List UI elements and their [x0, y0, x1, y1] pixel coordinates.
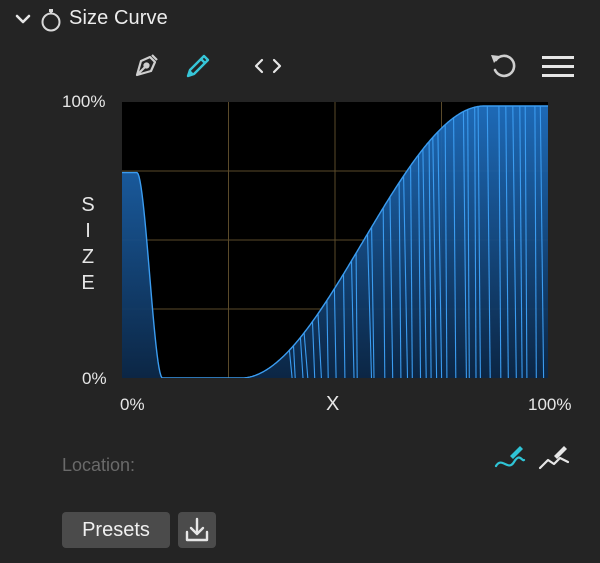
chevron-down-icon[interactable]: [14, 10, 32, 28]
download-button[interactable]: [178, 512, 216, 548]
stopwatch-icon: [41, 9, 61, 32]
y-axis-title-letter: S: [81, 194, 95, 216]
hamburger-menu-icon[interactable]: [538, 48, 578, 84]
y-axis-title-letter: Z: [81, 246, 95, 268]
presets-button[interactable]: Presets: [62, 512, 170, 548]
draw-line-icon[interactable]: [536, 440, 572, 476]
y-axis-title-letter: E: [81, 272, 95, 294]
y-axis-title-letter: I: [85, 220, 91, 242]
y-axis-title: SIZE: [78, 192, 98, 296]
draw-curve-active-icon[interactable]: [492, 440, 528, 476]
x-axis-max-label: 100%: [528, 395, 572, 414]
y-axis-min-label: 0%: [82, 369, 107, 388]
panel-title: Size Curve: [69, 7, 168, 29]
code-brackets-icon[interactable]: [248, 50, 288, 82]
pen-tool-icon[interactable]: [128, 48, 164, 84]
y-axis-max-label: 100%: [62, 92, 106, 111]
location-label: Location:: [62, 455, 136, 475]
reset-icon[interactable]: [486, 48, 522, 84]
size-curve-graph[interactable]: [122, 102, 548, 379]
x-axis-title: X: [326, 393, 340, 415]
curve-canvas[interactable]: [122, 102, 548, 379]
pencil-tool-icon[interactable]: [180, 48, 216, 84]
x-axis-min-label: 0%: [120, 395, 145, 414]
download-icon: [185, 517, 209, 542]
panel-header[interactable]: Size Curve: [0, 0, 600, 40]
